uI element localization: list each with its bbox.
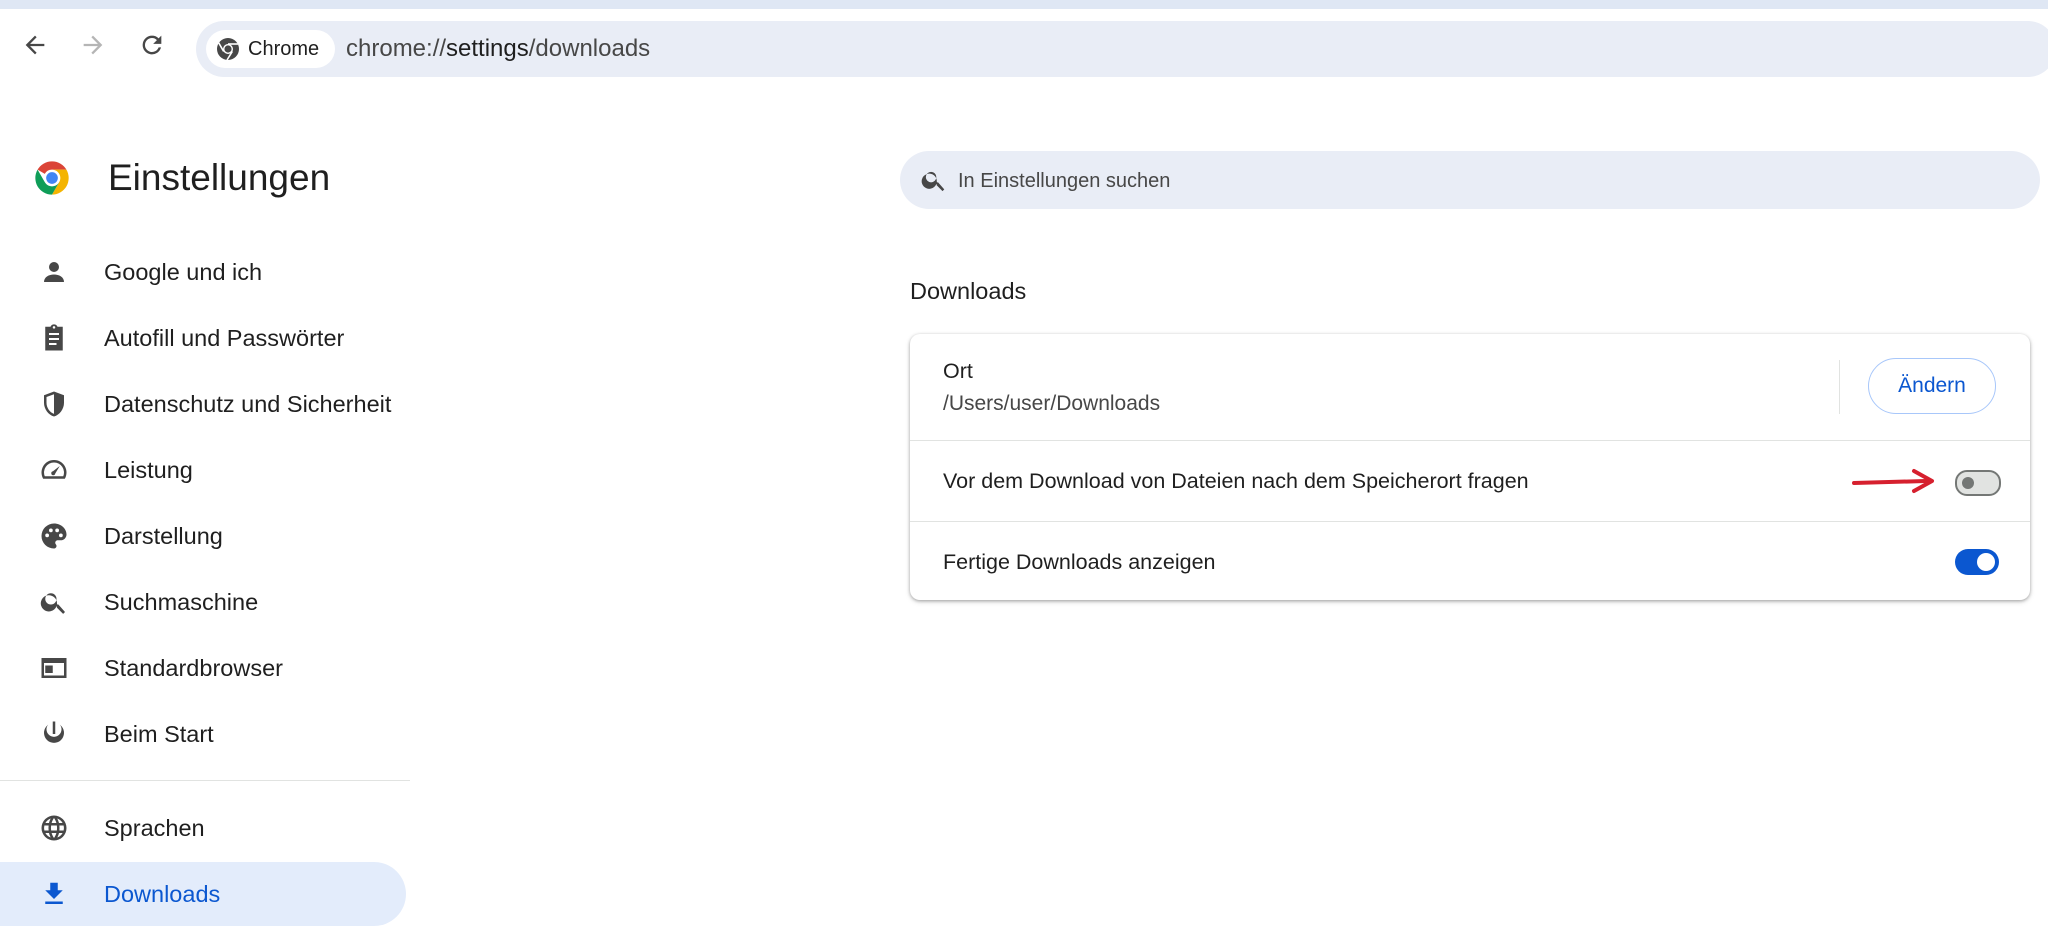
sidebar-item-label: Standardbrowser bbox=[104, 654, 283, 681]
browser-window-icon bbox=[38, 652, 70, 684]
toggle-knob bbox=[1962, 477, 1974, 489]
sidebar-item-label: Downloads bbox=[104, 880, 221, 907]
row-separator bbox=[1839, 360, 1840, 414]
palette-icon bbox=[38, 520, 70, 552]
location-row: Ort /Users/user/Downloads Ändern bbox=[910, 334, 2030, 440]
speedometer-icon bbox=[38, 454, 70, 486]
sidebar-item-label: Suchmaschine bbox=[104, 588, 259, 615]
reload-button[interactable] bbox=[130, 23, 174, 67]
page-title: Einstellungen bbox=[108, 157, 331, 198]
section-title: Downloads bbox=[910, 278, 1027, 304]
location-path: /Users/user/Downloads bbox=[943, 392, 1161, 415]
reload-icon bbox=[142, 35, 162, 55]
sidebar-item-label: Autofill und Passwörter bbox=[104, 324, 345, 351]
annotation-arrow-icon bbox=[1852, 469, 1934, 493]
url-scheme: chrome:// bbox=[346, 35, 447, 62]
chrome-logo-icon bbox=[217, 38, 239, 61]
sidebar-item-label: Leistung bbox=[104, 456, 193, 483]
sidebar-item-performance[interactable]: Leistung bbox=[0, 438, 406, 502]
sidebar-item-privacy[interactable]: Datenschutz und Sicherheit bbox=[0, 372, 406, 436]
ask-location-toggle[interactable] bbox=[1955, 470, 2001, 496]
show-downloads-label: Fertige Downloads anzeigen bbox=[943, 550, 1216, 574]
person-icon bbox=[38, 256, 70, 288]
url-text[interactable]: chrome://settings/downloads bbox=[346, 21, 650, 77]
ask-location-label: Vor dem Download von Dateien nach dem Sp… bbox=[943, 469, 1529, 493]
sidebar-item-appearance[interactable]: Darstellung bbox=[0, 504, 406, 568]
address-bar[interactable]: Chrome chrome://settings/downloads bbox=[196, 21, 2048, 77]
shield-icon bbox=[38, 388, 70, 420]
clipboard-icon bbox=[38, 322, 70, 354]
chrome-color-logo-icon bbox=[35, 161, 69, 195]
sidebar-item-label: Darstellung bbox=[104, 522, 223, 549]
sidebar-item-on-startup[interactable]: Beim Start bbox=[0, 702, 406, 766]
browser-toolbar: Chrome chrome://settings/downloads bbox=[0, 9, 2048, 77]
search-input[interactable] bbox=[956, 151, 2020, 211]
site-chip[interactable]: Chrome bbox=[206, 30, 336, 68]
settings-search[interactable] bbox=[900, 151, 2040, 211]
change-location-button[interactable]: Ändern bbox=[1868, 358, 1996, 414]
window-top-strip bbox=[0, 0, 2048, 9]
sidebar-item-google[interactable]: Google und ich bbox=[0, 240, 406, 304]
sidebar-item-label: Google und ich bbox=[104, 258, 263, 285]
site-chip-label: Chrome bbox=[248, 37, 320, 60]
search-icon bbox=[38, 586, 70, 618]
url-path: /downloads bbox=[528, 35, 651, 62]
show-downloads-toggle[interactable] bbox=[1955, 549, 1999, 575]
forward-button[interactable] bbox=[71, 23, 115, 67]
sidebar-item-languages[interactable]: Sprachen bbox=[0, 796, 406, 860]
sidebar-item-autofill[interactable]: Autofill und Passwörter bbox=[0, 306, 406, 370]
url-host: settings bbox=[446, 35, 529, 62]
globe-icon bbox=[38, 812, 70, 844]
sidebar-divider bbox=[0, 780, 410, 781]
arrow-left-icon bbox=[25, 35, 45, 55]
sidebar-item-search-engine[interactable]: Suchmaschine bbox=[0, 570, 406, 634]
settings-header: Einstellungen bbox=[32, 157, 330, 199]
power-icon bbox=[38, 718, 70, 750]
location-label: Ort bbox=[943, 359, 973, 383]
download-icon bbox=[38, 878, 70, 910]
arrow-right-icon bbox=[83, 35, 103, 55]
sidebar-item-label: Beim Start bbox=[104, 720, 214, 747]
toggle-knob bbox=[1977, 553, 1995, 571]
search-icon bbox=[921, 171, 945, 192]
sidebar-item-label: Sprachen bbox=[104, 814, 205, 841]
back-button[interactable] bbox=[13, 23, 57, 67]
sidebar-item-label: Datenschutz und Sicherheit bbox=[104, 390, 392, 417]
sidebar-item-downloads[interactable]: Downloads bbox=[0, 862, 406, 926]
show-downloads-row[interactable]: Fertige Downloads anzeigen bbox=[910, 521, 2030, 601]
sidebar-item-default-browser[interactable]: Standardbrowser bbox=[0, 636, 406, 700]
